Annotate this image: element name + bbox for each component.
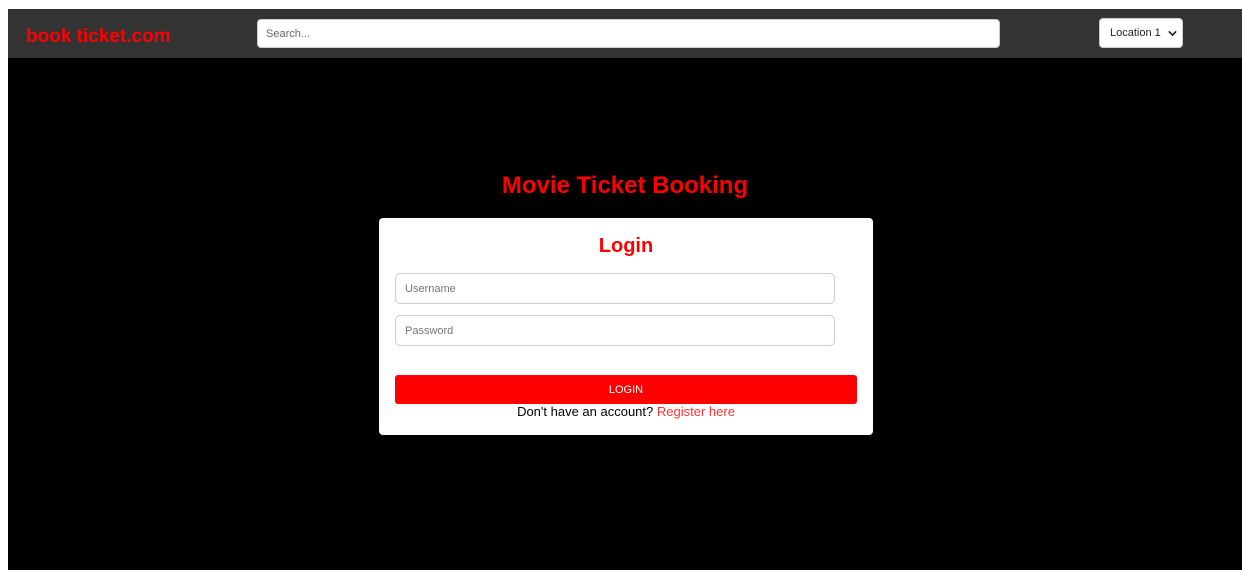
page-frame: book ticket.com Location 1 Movie Ticket … [8, 9, 1242, 570]
login-heading: Login [598, 235, 654, 257]
chevron-down-icon [1168, 31, 1177, 36]
navbar: book ticket.com Location 1 [8, 9, 1242, 58]
page-title: Movie Ticket Booking [501, 172, 749, 199]
location-select[interactable]: Location 1 [1099, 18, 1183, 48]
username-field[interactable] [395, 273, 835, 304]
register-prompt-line: Don't have an account? Register here [379, 404, 873, 420]
password-field[interactable] [395, 315, 835, 346]
search-input[interactable] [257, 19, 1000, 48]
register-prompt-text: Don't have an account? [517, 404, 654, 419]
login-button[interactable]: LOGIN [395, 375, 857, 404]
brand-logo[interactable]: book ticket.com [26, 27, 171, 47]
location-selected-value: Location 1 [1110, 27, 1161, 39]
register-link[interactable]: Register here [657, 404, 735, 419]
login-card: Login LOGIN Don't have an account? Regis… [379, 218, 873, 435]
